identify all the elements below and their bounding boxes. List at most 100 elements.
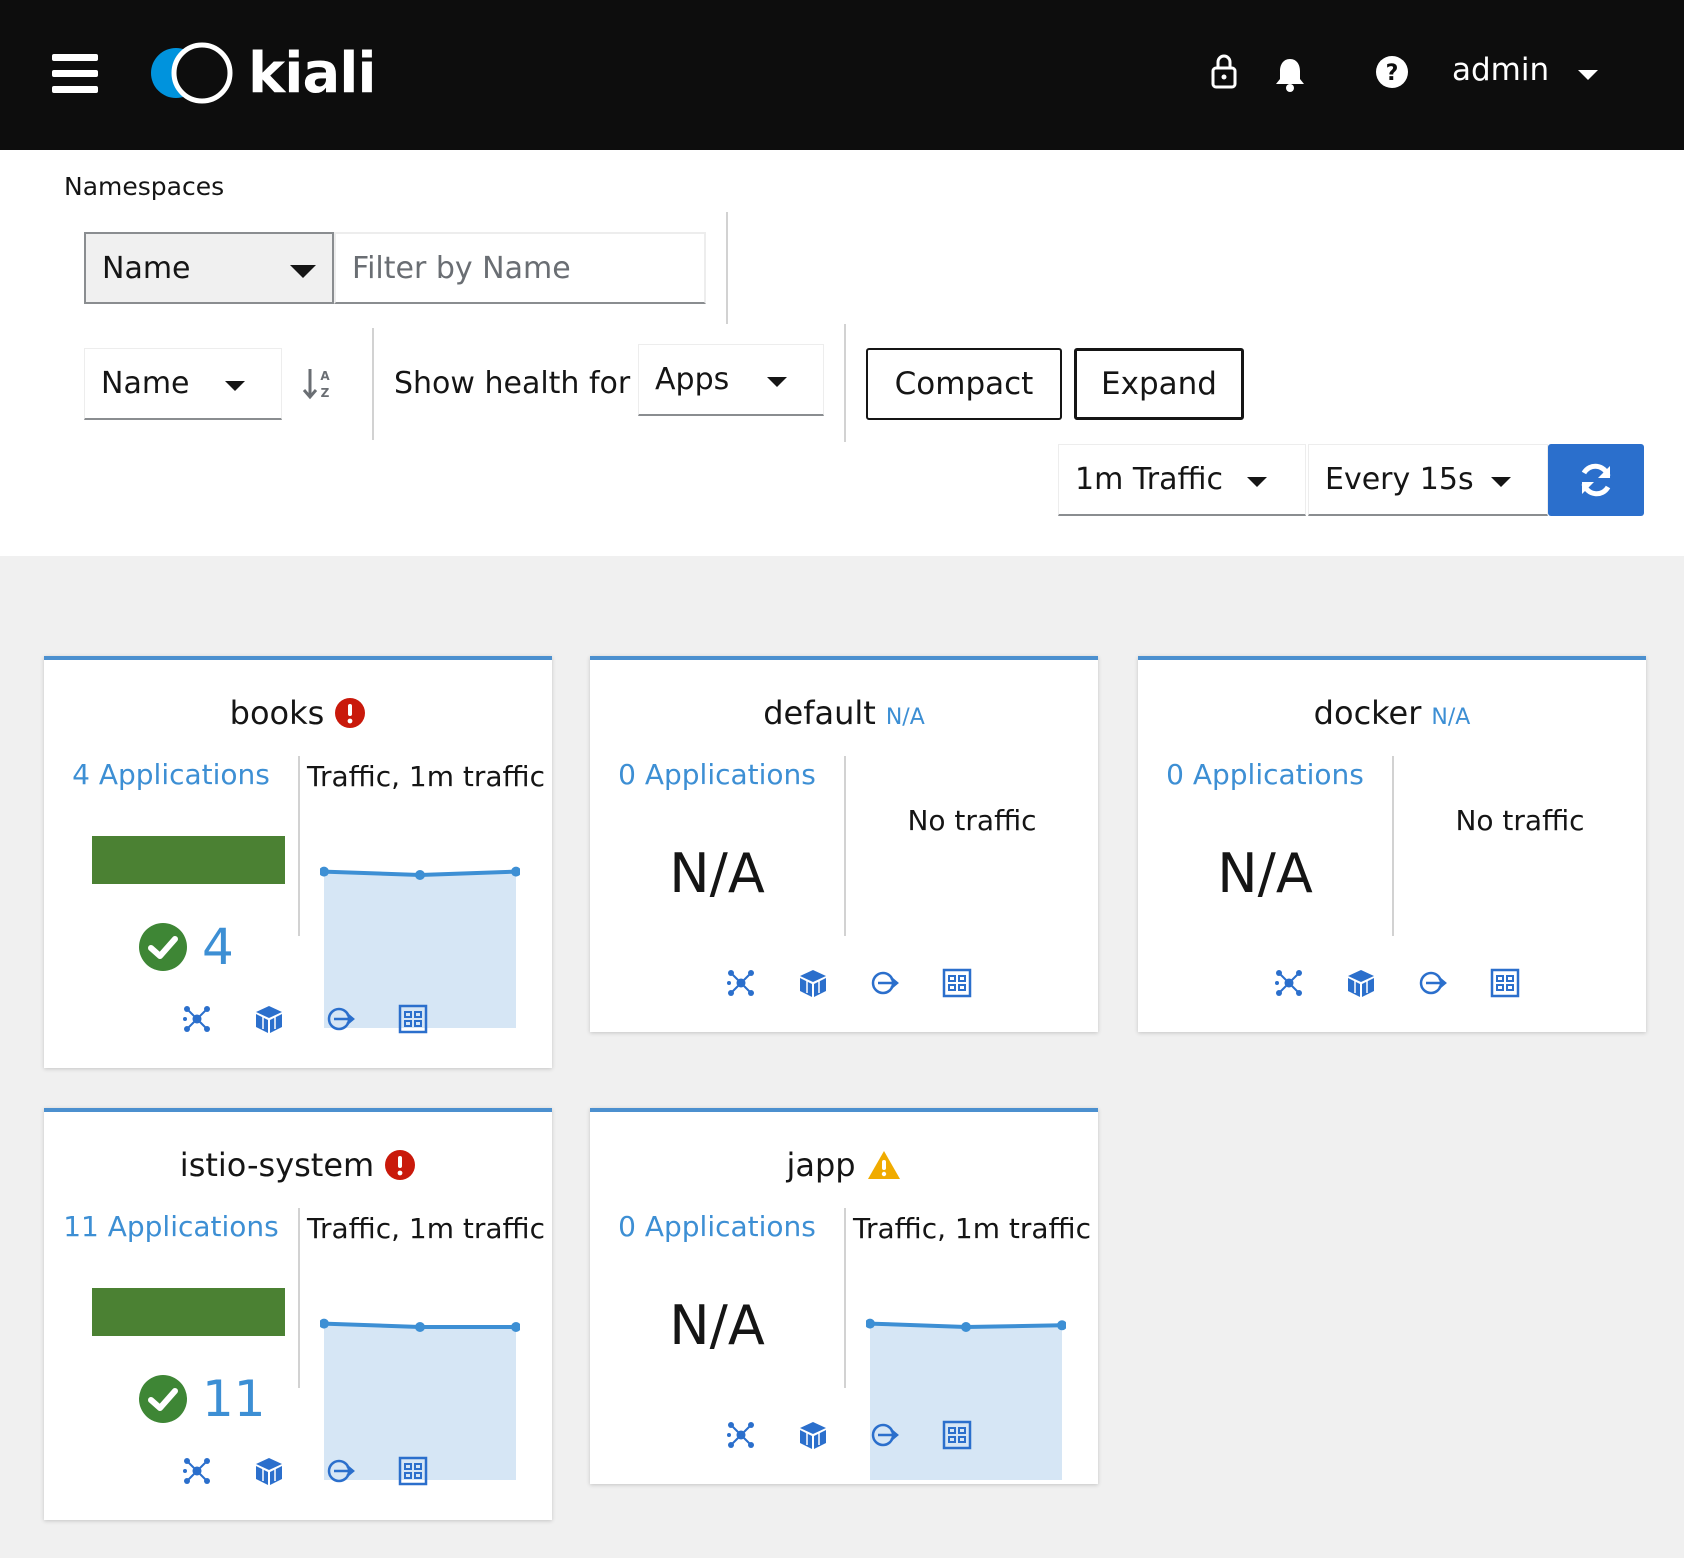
duration-select[interactable]: 1m Traffic <box>1058 444 1306 516</box>
workloads-icon[interactable] <box>326 1456 356 1486</box>
bell-icon[interactable] <box>1274 56 1306 92</box>
applications-link[interactable]: 4 Applications <box>44 758 298 791</box>
services-icon[interactable] <box>398 1004 428 1034</box>
card-title: japp <box>590 1146 1098 1184</box>
traffic-chart <box>866 1318 1066 1480</box>
applications-icon[interactable] <box>254 1456 284 1486</box>
filter-type-select[interactable]: Name <box>84 232 334 304</box>
applications-icon[interactable] <box>254 1004 284 1034</box>
health-bar <box>92 1288 285 1336</box>
duration-value: 1m Traffic <box>1075 462 1223 497</box>
refresh-icon <box>1581 463 1611 497</box>
traffic-point <box>415 870 425 880</box>
applications-link[interactable]: 0 Applications <box>1138 758 1392 791</box>
topology-icon[interactable] <box>182 1456 212 1486</box>
topology-icon[interactable] <box>182 1004 212 1034</box>
caret-down-icon <box>767 377 787 387</box>
applications-link[interactable]: 0 Applications <box>590 1210 844 1243</box>
traffic-area <box>870 1323 1062 1480</box>
card-title: books <box>44 694 552 732</box>
namespace-name[interactable]: japp <box>786 1146 855 1184</box>
health-na: N/A <box>1217 842 1313 905</box>
namespace-links <box>1274 968 1520 998</box>
show-health-label: Show health for <box>394 366 631 401</box>
status-na: N/A <box>1431 704 1471 730</box>
expand-button[interactable]: Expand <box>1074 348 1244 420</box>
divider <box>372 328 374 440</box>
sort-field-select[interactable]: Name <box>84 348 282 420</box>
topology-icon[interactable] <box>726 968 756 998</box>
workloads-icon[interactable] <box>326 1004 356 1034</box>
compact-button[interactable]: Compact <box>866 348 1062 420</box>
workloads-icon[interactable] <box>1418 968 1448 998</box>
topology-icon[interactable] <box>1274 968 1304 998</box>
caret-down-icon <box>1491 477 1511 487</box>
svg-text:?: ? <box>1386 61 1399 86</box>
caret-down-icon <box>1247 477 1267 487</box>
status-na: N/A <box>885 704 925 730</box>
brand-name: kiali <box>248 40 377 106</box>
refresh-button[interactable] <box>1548 444 1644 516</box>
refresh-interval-value: Every 15s <box>1325 462 1474 497</box>
health-na: N/A <box>669 842 765 905</box>
traffic-point <box>961 1322 971 1332</box>
services-icon[interactable] <box>942 968 972 998</box>
health-bar <box>92 836 285 884</box>
traffic-chart <box>320 1318 520 1480</box>
services-icon[interactable] <box>1490 968 1520 998</box>
divider <box>1392 756 1394 936</box>
lock-icon[interactable] <box>1210 52 1238 90</box>
no-traffic-label: No traffic <box>907 804 1037 837</box>
health-for-value: Apps <box>655 362 730 397</box>
refresh-interval-select[interactable]: Every 15s <box>1308 444 1548 516</box>
caret-down-icon <box>225 381 245 391</box>
health-summary: 11 <box>138 1370 266 1428</box>
workloads-icon[interactable] <box>870 1420 900 1450</box>
traffic-title: Traffic, 1m traffic <box>852 1212 1092 1245</box>
traffic-title: Traffic, 1m traffic <box>306 760 546 793</box>
topology-icon[interactable] <box>726 1420 756 1450</box>
namespace-name[interactable]: books <box>230 694 325 732</box>
filter-input[interactable]: Filter by Name <box>334 232 706 304</box>
namespace-card-docker: docker N/A 0 Applications N/A No traffic <box>1138 656 1646 1032</box>
applications-icon[interactable] <box>1346 968 1376 998</box>
namespace-links <box>182 1004 428 1034</box>
card-title: docker N/A <box>1138 694 1646 732</box>
divider <box>726 212 728 324</box>
menu-icon[interactable] <box>52 54 98 94</box>
toolbar: Namespaces Name Filter by Name Name A Z … <box>0 150 1684 556</box>
health-na: N/A <box>669 1294 765 1357</box>
chevron-down-icon[interactable] <box>1578 70 1598 80</box>
traffic-point <box>415 1322 425 1332</box>
filter-type-value: Name <box>102 250 191 286</box>
applications-link[interactable]: 11 Applications <box>44 1210 298 1243</box>
applications-link[interactable]: 0 Applications <box>590 758 844 791</box>
sort-ascending-icon[interactable]: A Z <box>302 366 334 400</box>
namespace-name[interactable]: docker <box>1314 694 1422 732</box>
warning-icon <box>867 1151 900 1179</box>
health-for-select[interactable]: Apps <box>638 344 824 416</box>
sort-field-value: Name <box>101 366 190 401</box>
traffic-chart <box>320 866 520 1028</box>
caret-down-icon <box>290 265 316 278</box>
check-circle-icon <box>139 923 187 971</box>
card-title: default N/A <box>590 694 1098 732</box>
help-icon[interactable]: ? <box>1375 55 1409 89</box>
services-icon[interactable] <box>942 1420 972 1450</box>
namespace-card-books: books 4 Applications 4 Traffic, 1m traffic <box>44 656 552 1068</box>
healthy-count: 4 <box>202 918 234 976</box>
user-menu[interactable]: admin <box>1452 52 1549 88</box>
namespace-name[interactable]: default <box>763 694 876 732</box>
services-icon[interactable] <box>398 1456 428 1486</box>
applications-icon[interactable] <box>798 968 828 998</box>
svg-text:A: A <box>320 369 330 383</box>
applications-icon[interactable] <box>798 1420 828 1450</box>
namespace-name[interactable]: istio-system <box>180 1146 374 1184</box>
kiali-logo[interactable]: kiali <box>146 40 377 106</box>
check-circle-icon <box>139 1375 187 1423</box>
kiali-logo-icon <box>151 42 233 104</box>
namespace-links <box>726 968 972 998</box>
namespace-card-istio-system: istio-system 11 Applications 11 Traffic, 1m… <box>44 1108 552 1520</box>
card-title: istio-system <box>44 1146 552 1184</box>
workloads-icon[interactable] <box>870 968 900 998</box>
